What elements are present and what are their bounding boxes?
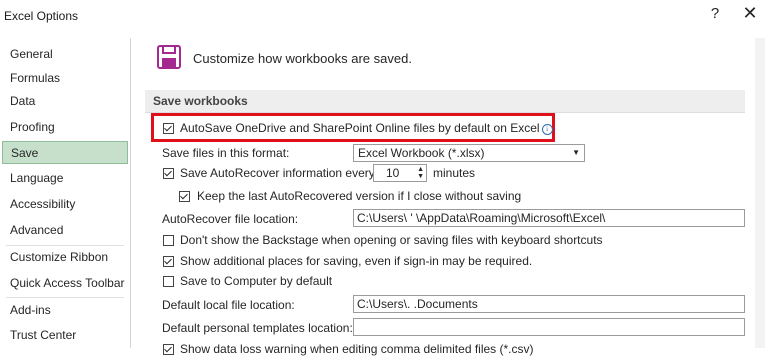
options-sidebar: General Formulas Data Proofing Save Lang… (0, 38, 131, 348)
format-label: Save files in this format: (162, 146, 290, 160)
sidebar-item-add-ins[interactable]: Add-ins (2, 299, 128, 322)
keep-last-checkbox[interactable] (179, 191, 190, 202)
data-loss-label: Show data loss warning when editing comm… (180, 342, 534, 356)
sidebar-item-advanced[interactable]: Advanced (2, 219, 128, 242)
autorecover-location-input[interactable]: C:\Users\ ' \AppData\Roaming\Microsoft\E… (353, 209, 745, 227)
save-options-panel: Customize how workbooks are saved. Save … (131, 38, 765, 356)
data-loss-checkbox[interactable] (163, 344, 174, 355)
spin-down-icon[interactable]: ▼ (417, 173, 424, 180)
save-computer-label: Save to Computer by default (180, 274, 333, 288)
spin-up-icon[interactable]: ▲ (417, 166, 424, 173)
autosave-label: AutoSave OneDrive and SharePoint Online … (180, 121, 540, 135)
close-button[interactable]: ✕ (740, 3, 760, 24)
window-title: Excel Options (4, 9, 79, 23)
autorecover-location-label: AutoRecover file location: (162, 212, 299, 226)
keep-last-label: Keep the last AutoRecovered version if I… (197, 189, 522, 203)
autosave-option: AutoSave OneDrive and SharePoint Online … (180, 119, 553, 137)
floppy-disk-icon (157, 45, 181, 69)
minutes-label: minutes (433, 166, 476, 180)
autorecover-checkbox[interactable] (163, 168, 174, 179)
sidebar-item-save[interactable]: Save (2, 141, 128, 164)
default-local-input[interactable]: C:\Users\. .Documents (353, 295, 745, 313)
sidebar-item-general[interactable]: General (2, 43, 128, 66)
backstage-label: Don't show the Backstage when opening or… (180, 233, 603, 247)
autosave-checkbox[interactable] (163, 123, 174, 134)
autorecover-label: Save AutoRecover information every (180, 166, 375, 180)
default-templates-input[interactable] (353, 318, 745, 336)
sidebar-item-proofing[interactable]: Proofing (2, 116, 128, 139)
sidebar-item-trust-center[interactable]: Trust Center (2, 324, 128, 347)
sidebar-divider (6, 297, 124, 298)
autorecover-minutes-value: 10 (386, 166, 400, 180)
help-button[interactable]: ? (706, 5, 724, 22)
backstage-checkbox[interactable] (163, 235, 174, 246)
sidebar-item-formulas[interactable]: Formulas (2, 67, 128, 90)
additional-places-label: Show additional places for saving, even … (180, 254, 533, 268)
save-computer-checkbox[interactable] (163, 276, 174, 287)
page-header: Customize how workbooks are saved. (193, 51, 412, 66)
format-dropdown-value: Excel Workbook (*.xlsx) (358, 146, 485, 160)
sidebar-item-customize-ribbon[interactable]: Customize Ribbon (2, 246, 128, 269)
default-templates-label: Default personal templates location: (162, 321, 353, 335)
chevron-down-icon: ▼ (572, 148, 580, 157)
section-title: Save workbooks (153, 94, 248, 108)
additional-places-checkbox[interactable] (163, 256, 174, 267)
default-local-label: Default local file location: (162, 298, 295, 312)
autorecover-minutes-spinner[interactable]: 10 ▲ ▼ (373, 164, 427, 182)
sidebar-item-data[interactable]: Data (2, 90, 128, 113)
sidebar-item-accessibility[interactable]: Accessibility (2, 193, 128, 216)
info-icon[interactable]: i (541, 124, 553, 135)
sidebar-item-language[interactable]: Language (2, 167, 128, 190)
sidebar-item-quick-access-toolbar[interactable]: Quick Access Toolbar (2, 272, 128, 295)
format-dropdown[interactable]: Excel Workbook (*.xlsx) ▼ (353, 144, 585, 162)
section-header: Save workbooks (145, 90, 745, 113)
title-bar: Excel Options ? ✕ (0, 0, 765, 32)
vertical-scrollbar[interactable] (755, 38, 765, 348)
